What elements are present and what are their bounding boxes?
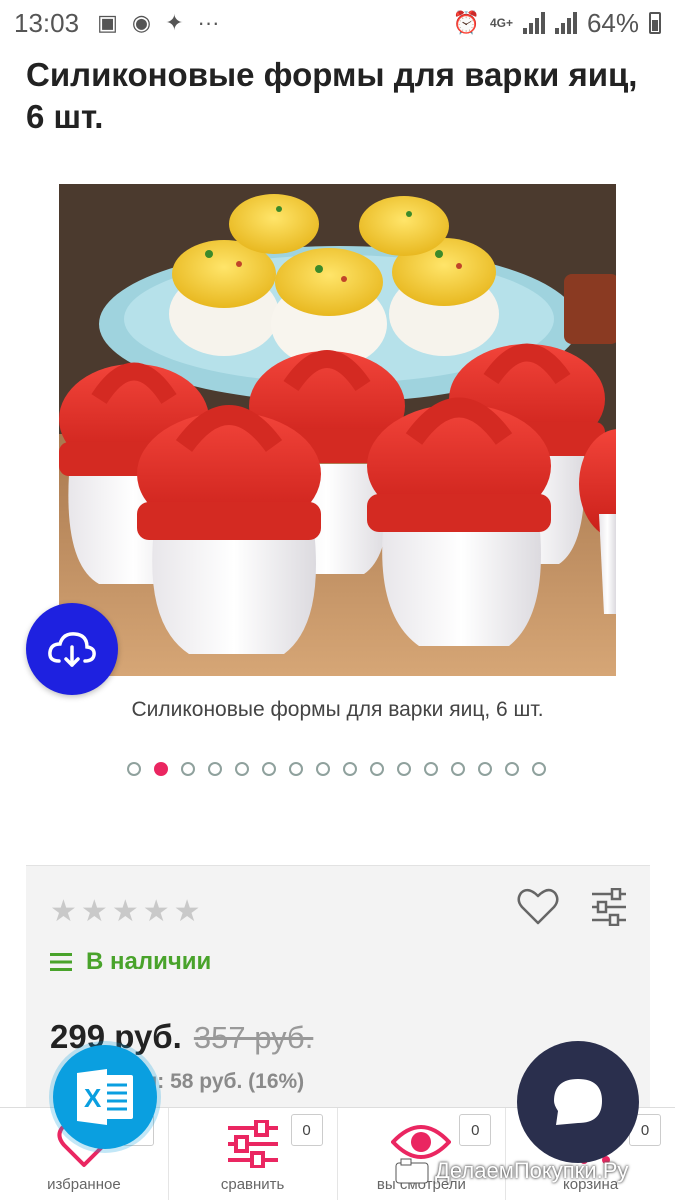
image-icon: ▣ (97, 10, 118, 35)
svg-text:X: X (84, 1083, 102, 1113)
battery-icon (649, 12, 661, 34)
carousel-dot[interactable] (424, 762, 438, 776)
camera-icon (395, 1158, 429, 1184)
battery-percent: 64% (586, 7, 639, 38)
excel-icon: X (77, 1069, 133, 1125)
cloud-download-icon (48, 632, 96, 667)
sliders-icon (592, 887, 626, 927)
carousel-dot[interactable] (208, 762, 222, 776)
sparkle-icon: ✦ (165, 10, 184, 35)
carousel-dot[interactable] (181, 762, 195, 776)
carousel-dot[interactable] (262, 762, 276, 776)
download-button[interactable] (26, 603, 118, 695)
saving-amount: я: 58 руб. (16%) (145, 1070, 305, 1093)
viewed-count: 0 (459, 1114, 492, 1146)
carousel-dot[interactable] (451, 762, 465, 776)
availability-status: В наличии (50, 948, 211, 976)
add-to-favorites-button[interactable] (516, 886, 560, 931)
alarm-icon: ⏰ (452, 10, 480, 35)
watermark-text: ДелаемПокупки.Ру (435, 1158, 629, 1183)
carousel-dot[interactable] (154, 762, 168, 776)
product-image[interactable] (59, 184, 616, 676)
image-caption: Силиконовые формы для варки яиц, 6 шт. (131, 698, 544, 721)
chat-bubble-icon (554, 1079, 602, 1125)
nav-label: сравнить (220, 1176, 285, 1193)
nav-viewed[interactable]: 0 вы смотрели (338, 1108, 507, 1200)
star-icon[interactable]: ★ (174, 894, 201, 929)
sberbank-icon: ◉ (131, 10, 152, 35)
status-bar: 13:03 ▣ ◉ ✦ ··· ⏰ 4G+ 64% (0, 0, 675, 46)
product-title: Силиконовые формы для варки яиц, 6 шт. (26, 56, 638, 135)
sliders-icon (227, 1120, 278, 1168)
carousel-dot[interactable] (343, 762, 357, 776)
carousel-dot[interactable] (397, 762, 411, 776)
signal-icon (554, 12, 577, 34)
carousel-dots (127, 762, 546, 776)
excel-export-button[interactable]: X (53, 1045, 157, 1149)
more-icon: ··· (197, 10, 220, 35)
watermark: ДелаемПокупки.Ру (395, 1158, 628, 1184)
star-icon[interactable]: ★ (143, 894, 170, 929)
chat-button[interactable] (517, 1041, 639, 1163)
carousel-dot[interactable] (127, 762, 141, 776)
add-to-compare-button[interactable] (590, 887, 628, 931)
carousel-dot[interactable] (235, 762, 249, 776)
nav-label: избранное (47, 1176, 121, 1193)
availability-label: В наличии (86, 948, 212, 975)
status-time: 13:03 (14, 7, 80, 38)
star-icon[interactable]: ★ (112, 894, 139, 929)
star-icon[interactable]: ★ (50, 894, 77, 929)
heart-icon (517, 888, 559, 925)
signal-icon (522, 12, 545, 34)
carousel-dot[interactable] (505, 762, 519, 776)
list-icon (50, 953, 72, 971)
carousel-dot[interactable] (478, 762, 492, 776)
rating-stars[interactable]: ★ ★ ★ ★ ★ (50, 894, 201, 929)
carousel-dot[interactable] (532, 762, 546, 776)
compare-count: 0 (290, 1114, 323, 1146)
star-icon[interactable]: ★ (81, 894, 108, 929)
carousel-dot[interactable] (316, 762, 330, 776)
network-type: 4G+ (489, 16, 513, 30)
nav-compare[interactable]: 0 сравнить (169, 1108, 338, 1200)
old-price: 357 руб. (193, 1020, 314, 1055)
carousel-dot[interactable] (370, 762, 384, 776)
carousel-dot[interactable] (289, 762, 303, 776)
